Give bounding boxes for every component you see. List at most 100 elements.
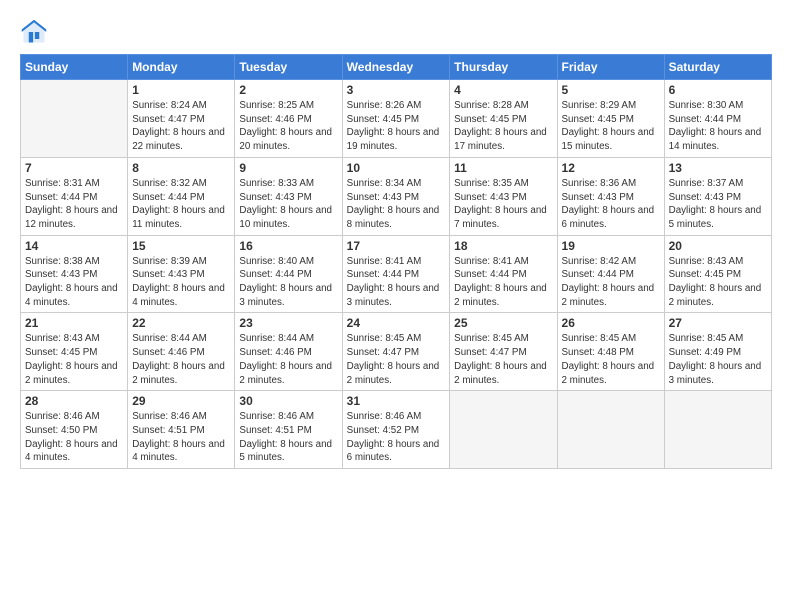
day-of-week-header: Tuesday (235, 55, 342, 80)
day-info: Sunrise: 8:46 AMSunset: 4:51 PMDaylight:… (239, 410, 337, 465)
calendar-cell: 23 Sunrise: 8:44 AMSunset: 4:46 PMDayligh… (235, 313, 342, 391)
day-of-week-header: Wednesday (342, 55, 450, 80)
day-number: 23 (239, 316, 337, 330)
calendar-cell: 14Sunrise: 8:38 AMSunset: 4:43 PMDayligh… (21, 235, 128, 313)
page: SundayMondayTuesdayWednesdayThursdayFrid… (0, 0, 792, 612)
day-number: 3 (347, 83, 446, 97)
day-number: 7 (25, 161, 123, 175)
calendar-cell: 19Sunrise: 8:42 AMSunset: 4:44 PMDayligh… (557, 235, 664, 313)
day-number: 10 (347, 161, 446, 175)
logo (20, 18, 52, 46)
day-info: Sunrise: 8:26 AMSunset: 4:45 PMDaylight:… (347, 99, 446, 154)
day-info: Sunrise: 8:44 AMSunset: 4:46 PMDaylight:… (239, 332, 337, 387)
day-number: 5 (562, 83, 660, 97)
calendar-cell: 22Sunrise: 8:44 AMSunset: 4:46 PMDayligh… (128, 313, 235, 391)
day-info: Sunrise: 8:33 AMSunset: 4:43 PMDaylight:… (239, 177, 337, 232)
calendar-cell: 15 Sunrise: 8:39 AMSunset: 4:43 PMDayligh… (128, 235, 235, 313)
calendar-cell: 10 Sunrise: 8:34 AMSunset: 4:43 PMDayligh… (342, 157, 450, 235)
day-info: Sunrise: 8:41 AMSunset: 4:44 PMDaylight:… (347, 255, 446, 310)
calendar-cell: 27 Sunrise: 8:45 AMSunset: 4:49 PMDayligh… (664, 313, 771, 391)
calendar-cell: 9 Sunrise: 8:33 AMSunset: 4:43 PMDaylight… (235, 157, 342, 235)
day-info: Sunrise: 8:43 AMSunset: 4:45 PMDaylight:… (669, 255, 767, 310)
day-info: Sunrise: 8:28 AMSunset: 4:45 PMDaylight:… (454, 99, 552, 154)
day-number: 20 (669, 239, 767, 253)
calendar-cell: 5 Sunrise: 8:29 AMSunset: 4:45 PMDaylight… (557, 80, 664, 158)
calendar-table: SundayMondayTuesdayWednesdayThursdayFrid… (20, 54, 772, 469)
day-number: 31 (347, 394, 446, 408)
day-number: 27 (669, 316, 767, 330)
day-of-week-header: Friday (557, 55, 664, 80)
day-info: Sunrise: 8:45 AMSunset: 4:48 PMDaylight:… (562, 332, 660, 387)
day-number: 6 (669, 83, 767, 97)
day-number: 19 (562, 239, 660, 253)
calendar-cell: 26 Sunrise: 8:45 AMSunset: 4:48 PMDayligh… (557, 313, 664, 391)
day-info: Sunrise: 8:31 AMSunset: 4:44 PMDaylight:… (25, 177, 123, 232)
calendar-cell: 25 Sunrise: 8:45 AMSunset: 4:47 PMDayligh… (450, 313, 557, 391)
day-number: 25 (454, 316, 552, 330)
calendar-cell: 1 Sunrise: 8:24 AMSunset: 4:47 PMDaylight… (128, 80, 235, 158)
header (20, 18, 772, 46)
calendar-week-row: 7 Sunrise: 8:31 AMSunset: 4:44 PMDaylight… (21, 157, 772, 235)
day-number: 24 (347, 316, 446, 330)
calendar-cell: 7 Sunrise: 8:31 AMSunset: 4:44 PMDaylight… (21, 157, 128, 235)
calendar-week-row: 14Sunrise: 8:38 AMSunset: 4:43 PMDayligh… (21, 235, 772, 313)
day-info: Sunrise: 8:29 AMSunset: 4:45 PMDaylight:… (562, 99, 660, 154)
day-number: 29 (132, 394, 230, 408)
day-of-week-header: Monday (128, 55, 235, 80)
day-info: Sunrise: 8:36 AMSunset: 4:43 PMDaylight:… (562, 177, 660, 232)
calendar-week-row: 28 Sunrise: 8:46 AMSunset: 4:50 PMDayligh… (21, 391, 772, 469)
day-info: Sunrise: 8:39 AMSunset: 4:43 PMDaylight:… (132, 255, 230, 310)
day-of-week-header: Saturday (664, 55, 771, 80)
day-number: 14 (25, 239, 123, 253)
calendar-cell: 8 Sunrise: 8:32 AMSunset: 4:44 PMDaylight… (128, 157, 235, 235)
day-info: Sunrise: 8:45 AMSunset: 4:49 PMDaylight:… (669, 332, 767, 387)
calendar-cell: 16Sunrise: 8:40 AMSunset: 4:44 PMDayligh… (235, 235, 342, 313)
day-info: Sunrise: 8:44 AMSunset: 4:46 PMDaylight:… (132, 332, 230, 387)
calendar-week-row: 1 Sunrise: 8:24 AMSunset: 4:47 PMDaylight… (21, 80, 772, 158)
day-info: Sunrise: 8:41 AMSunset: 4:44 PMDaylight:… (454, 255, 552, 310)
day-info: Sunrise: 8:43 AMSunset: 4:45 PMDaylight:… (25, 332, 123, 387)
day-info: Sunrise: 8:25 AMSunset: 4:46 PMDaylight:… (239, 99, 337, 154)
day-info: Sunrise: 8:35 AMSunset: 4:43 PMDaylight:… (454, 177, 552, 232)
day-info: Sunrise: 8:24 AMSunset: 4:47 PMDaylight:… (132, 99, 230, 154)
day-info: Sunrise: 8:45 AMSunset: 4:47 PMDaylight:… (454, 332, 552, 387)
logo-icon (20, 18, 48, 46)
day-info: Sunrise: 8:34 AMSunset: 4:43 PMDaylight:… (347, 177, 446, 232)
day-number: 1 (132, 83, 230, 97)
calendar-cell (21, 80, 128, 158)
calendar-week-row: 21Sunrise: 8:43 AMSunset: 4:45 PMDayligh… (21, 313, 772, 391)
calendar-cell: 21Sunrise: 8:43 AMSunset: 4:45 PMDayligh… (21, 313, 128, 391)
calendar-cell: 24Sunrise: 8:45 AMSunset: 4:47 PMDayligh… (342, 313, 450, 391)
day-info: Sunrise: 8:46 AMSunset: 4:52 PMDaylight:… (347, 410, 446, 465)
day-number: 11 (454, 161, 552, 175)
calendar-cell: 3 Sunrise: 8:26 AMSunset: 4:45 PMDaylight… (342, 80, 450, 158)
calendar-cell: 17Sunrise: 8:41 AMSunset: 4:44 PMDayligh… (342, 235, 450, 313)
day-number: 26 (562, 316, 660, 330)
day-number: 13 (669, 161, 767, 175)
calendar-cell: 31 Sunrise: 8:46 AMSunset: 4:52 PMDayligh… (342, 391, 450, 469)
calendar-cell: 12Sunrise: 8:36 AMSunset: 4:43 PMDayligh… (557, 157, 664, 235)
day-info: Sunrise: 8:32 AMSunset: 4:44 PMDaylight:… (132, 177, 230, 232)
day-number: 30 (239, 394, 337, 408)
day-number: 16 (239, 239, 337, 253)
calendar-cell: 11 Sunrise: 8:35 AMSunset: 4:43 PMDayligh… (450, 157, 557, 235)
day-number: 4 (454, 83, 552, 97)
calendar-cell (664, 391, 771, 469)
day-number: 18 (454, 239, 552, 253)
calendar-cell: 13 Sunrise: 8:37 AMSunset: 4:43 PMDayligh… (664, 157, 771, 235)
day-number: 9 (239, 161, 337, 175)
day-of-week-header: Thursday (450, 55, 557, 80)
calendar-cell: 6 Sunrise: 8:30 AMSunset: 4:44 PMDaylight… (664, 80, 771, 158)
day-number: 28 (25, 394, 123, 408)
day-number: 15 (132, 239, 230, 253)
day-info: Sunrise: 8:37 AMSunset: 4:43 PMDaylight:… (669, 177, 767, 232)
calendar-header-row: SundayMondayTuesdayWednesdayThursdayFrid… (21, 55, 772, 80)
calendar-cell: 2Sunrise: 8:25 AMSunset: 4:46 PMDaylight… (235, 80, 342, 158)
calendar-cell: 4 Sunrise: 8:28 AMSunset: 4:45 PMDaylight… (450, 80, 557, 158)
calendar-cell (450, 391, 557, 469)
day-info: Sunrise: 8:46 AMSunset: 4:50 PMDaylight:… (25, 410, 123, 465)
calendar-cell: 20 Sunrise: 8:43 AMSunset: 4:45 PMDayligh… (664, 235, 771, 313)
calendar-cell (557, 391, 664, 469)
day-number: 8 (132, 161, 230, 175)
day-info: Sunrise: 8:30 AMSunset: 4:44 PMDaylight:… (669, 99, 767, 154)
